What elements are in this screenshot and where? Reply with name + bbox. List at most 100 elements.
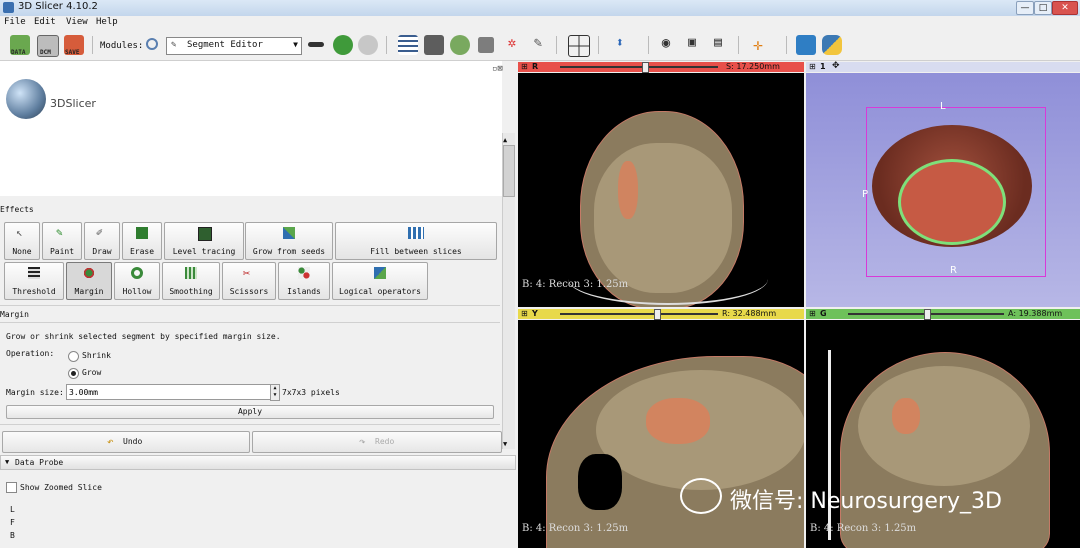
pin-icon[interactable]: ⊞ [521,309,528,318]
green-slice-slider[interactable] [848,309,1004,320]
hollow-icon [131,267,143,279]
probe-line-l: L [10,505,15,514]
minimize-button[interactable]: — [1016,1,1034,15]
grow-radio[interactable] [68,368,79,379]
effect-label: Hollow [122,287,152,296]
toolbar-separator [386,36,387,54]
close-button[interactable]: ✕ [1052,1,1078,15]
undo-label: Undo [123,437,143,446]
scroll-up-icon[interactable]: ▲ [503,136,507,144]
arrow-cursor-icon: ↖ [16,226,23,239]
module-history-button[interactable] [308,42,324,47]
modules-label: Modules: [100,41,144,51]
screenshot-icon[interactable]: ◉ [656,35,676,55]
effect-label: Fill between slices [370,247,462,256]
3d-view-controller: ⊞ 1 ✥ [806,61,1080,72]
red-slice-view[interactable]: B: 4: Recon 3: 1.25m [518,73,804,307]
effect-margin-button[interactable]: Margin [66,262,112,300]
chevron-down-icon: ▼ [293,40,298,49]
data-module-icon[interactable] [398,35,418,55]
islands-icon [298,267,310,279]
dcm-label: DCM [40,49,51,56]
python-console-icon[interactable] [822,35,842,55]
center-view-icon[interactable]: ✥ [832,61,840,71]
3d-view[interactable]: L P R [806,73,1080,307]
undo-button[interactable]: ↶ Undo [2,431,250,453]
slicer-logo-icon [6,79,46,119]
smoothing-icon [185,267,197,279]
effect-logical-operators-button[interactable]: Logical operators [332,262,428,300]
effect-hollow-button[interactable]: Hollow [114,262,160,300]
effect-level-tracing-button[interactable]: Level tracing [164,222,244,260]
scroll-down-icon[interactable]: ▼ [503,440,507,448]
effect-fill-between-slices-button[interactable]: Fill between slices [335,222,497,260]
effect-draw-button[interactable]: ✐ Draw [84,222,120,260]
apply-button[interactable]: Apply [6,405,494,419]
extension-manager-icon[interactable] [796,35,816,55]
watermark-text: 微信号: Neurosurgery_3D [730,489,1002,514]
show-zoomed-slice-checkbox[interactable] [6,482,17,493]
back-arrow-icon[interactable] [333,35,353,55]
effect-label: Smoothing [169,287,213,296]
forward-arrow-icon[interactable] [358,35,378,55]
pin-icon[interactable]: ⊞ [809,62,816,71]
effect-scissors-button[interactable]: ✂ Scissors [222,262,276,300]
crosshair-icon[interactable]: ✛ [748,35,768,55]
module-selected-label: Segment Editor [187,40,263,50]
effect-label: Grow from seeds [252,247,326,256]
red-view-letter: R [532,62,539,71]
margin-size-spinner[interactable]: ▲ ▼ [270,384,280,401]
yellow-view-layer-label: B: 4: Recon 3: 1.25m [522,523,629,534]
margin-icon [83,267,95,279]
effect-none-button[interactable]: ↖ None [4,222,40,260]
data-probe-header[interactable]: ▼ Data Probe [0,455,516,470]
menu-file[interactable]: File [4,17,26,27]
effect-erase-button[interactable]: Erase [122,222,162,260]
module-selector[interactable]: ✎ Segment Editor ▼ [166,37,302,55]
effect-smoothing-button[interactable]: Smoothing [162,262,220,300]
toolbar-separator [648,36,649,54]
yellow-slice-offset: R: 32.488mm [722,309,777,318]
coronal-tumor-segment [892,398,920,434]
red-slice-slider[interactable] [560,62,718,73]
axial-tumor-segment [618,161,638,219]
logo-area: 3DSlicer [0,61,502,196]
layout-icon[interactable] [568,35,590,57]
restore-view-icon[interactable]: ▤ [708,35,728,55]
scrollbar-thumb[interactable] [503,145,515,197]
markups-module-icon[interactable]: ✲ [502,35,522,55]
transforms-module-icon[interactable] [478,37,494,53]
module-search-icon[interactable] [146,38,158,50]
redo-button[interactable]: ↷ Redo [252,431,502,453]
slider-knob[interactable] [654,309,661,320]
slider-knob[interactable] [924,309,931,320]
undock-icon[interactable]: ▫⊠ [492,64,503,74]
pin-icon[interactable]: ⊞ [809,309,816,318]
crosshair-mode-icon[interactable]: ⬍ [610,35,630,55]
shrink-radio[interactable] [68,351,79,362]
data-label: DATA [11,49,26,56]
models-module-icon[interactable] [450,35,470,55]
menu-edit[interactable]: Edit [34,17,56,27]
shrink-label: Shrink [82,351,111,360]
orient-left-label: P [862,189,869,200]
operation-label: Operation: [6,349,55,358]
menu-help[interactable]: Help [96,17,118,27]
scene-view-icon[interactable]: ▣ [682,35,702,55]
effect-label: Threshold [12,287,56,296]
effect-threshold-button[interactable]: Threshold [4,262,64,300]
grow-label: Grow [82,368,102,377]
effect-islands-button[interactable]: Islands [278,262,330,300]
margin-size-input[interactable] [66,384,272,400]
pin-icon[interactable]: ⊞ [521,62,528,71]
3d-segment-outline [898,159,1006,245]
menu-view[interactable]: View [66,17,88,27]
toolbar-separator [786,36,787,54]
effect-paint-button[interactable]: ✎ Paint [42,222,82,260]
maximize-button[interactable]: □ [1034,1,1052,15]
slider-knob[interactable] [642,62,649,73]
yellow-slice-slider[interactable] [560,309,718,320]
effect-grow-from-seeds-button[interactable]: Grow from seeds [245,222,333,260]
volumes-module-icon[interactable] [424,35,444,55]
editor-module-icon[interactable]: ✎ [528,35,548,55]
